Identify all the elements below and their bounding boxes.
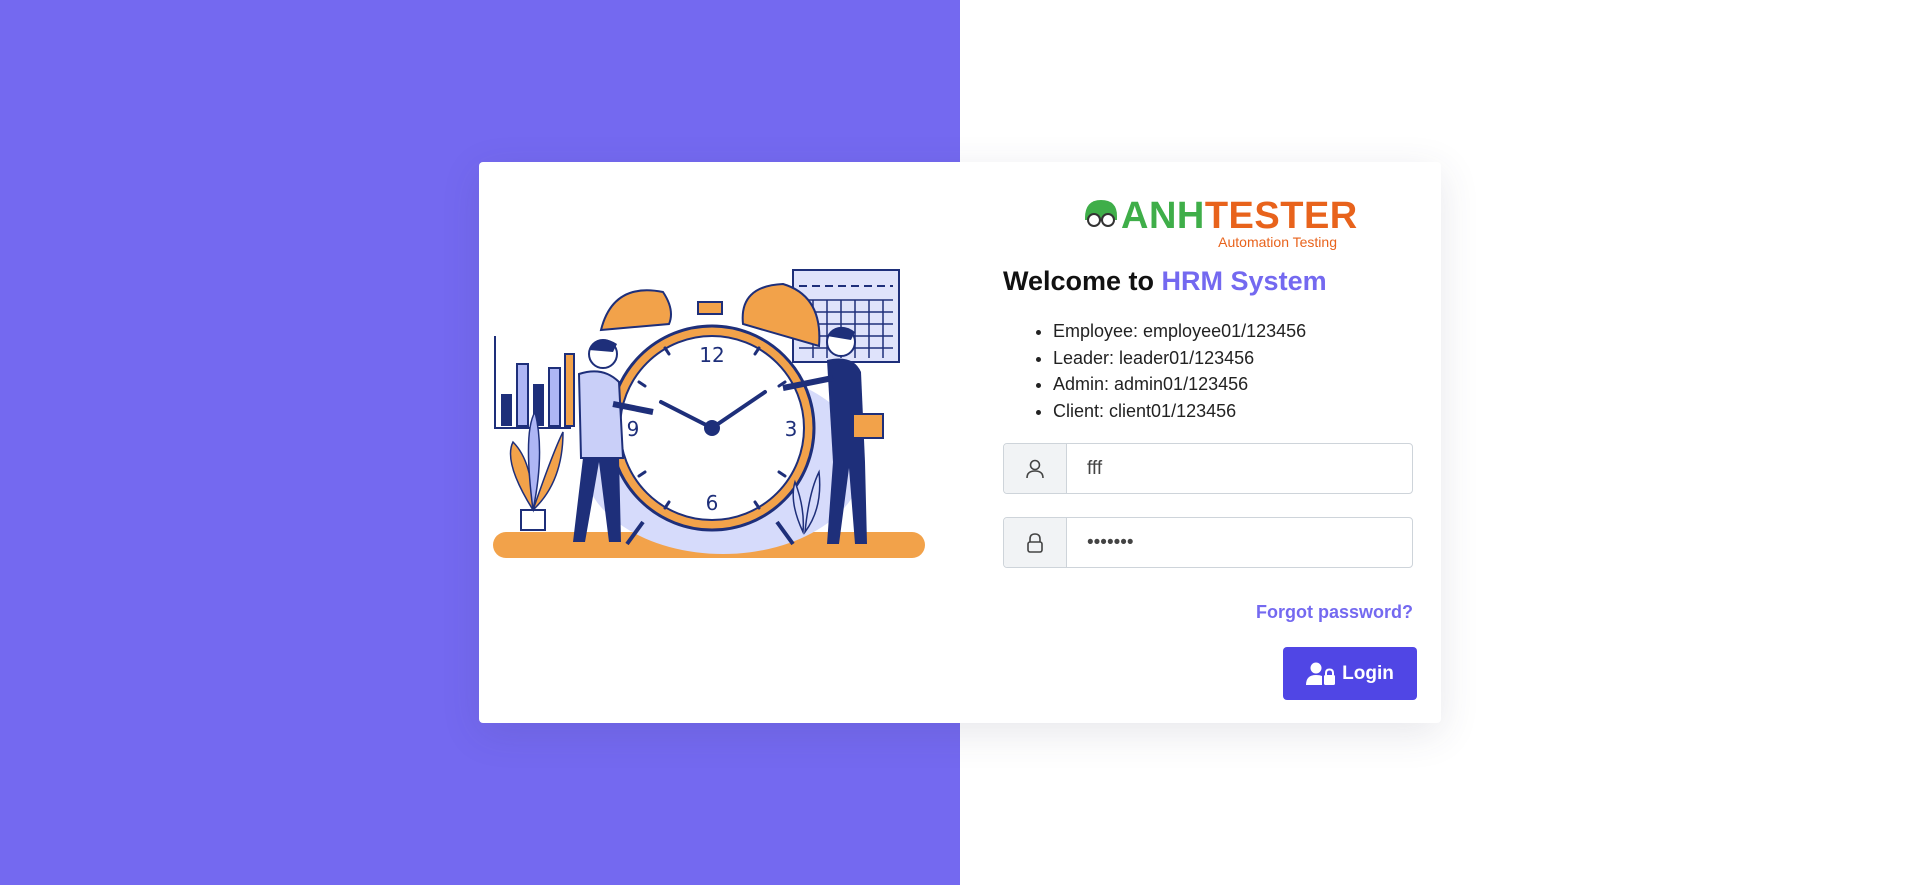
login-button[interactable]: Login (1283, 647, 1417, 700)
username-field (1003, 443, 1413, 494)
password-field (1003, 517, 1413, 568)
login-form-area: ANHTESTER Automation Testing Welcome to … (1003, 162, 1417, 723)
login-card: 12 3 6 9 ANHTESTER Automation Testing We… (479, 162, 1441, 723)
svg-text:3: 3 (785, 417, 798, 441)
username-input[interactable] (1067, 444, 1407, 493)
welcome-system-name: HRM System (1161, 266, 1327, 296)
user-icon (1026, 459, 1044, 478)
logo-tagline: Automation Testing (1218, 234, 1337, 250)
forgot-password-link[interactable]: Forgot password? (1256, 602, 1413, 623)
welcome-prefix: Welcome to (1003, 266, 1162, 296)
welcome-heading: Welcome to HRM System (1003, 266, 1327, 297)
anhtester-logo: ANHTESTER Automation Testing (1083, 192, 1357, 252)
svg-text:9: 9 (627, 417, 640, 441)
login-button-label: Login (1342, 662, 1394, 684)
credential-employee: Employee: employee01/123456 (1053, 318, 1306, 345)
logo-wordmark: ANHTESTER (1121, 194, 1358, 238)
credential-leader: Leader: leader01/123456 (1053, 345, 1306, 372)
demo-credentials-list: Employee: employee01/123456 Leader: lead… (1027, 318, 1306, 424)
logo-text-green: ANH (1121, 195, 1205, 237)
lock-icon (1027, 532, 1043, 553)
username-addon (1004, 444, 1067, 493)
svg-text:6: 6 (706, 491, 719, 515)
svg-text:12: 12 (699, 343, 724, 367)
glasses-head-icon (1085, 200, 1117, 227)
logo-text-orange: TESTER (1204, 195, 1358, 237)
password-input[interactable] (1067, 518, 1407, 567)
user-lock-icon (1306, 662, 1336, 685)
clock-illustration: 12 3 6 9 (493, 269, 925, 558)
credential-client: Client: client01/123456 (1053, 398, 1306, 425)
credential-admin: Admin: admin01/123456 (1053, 371, 1306, 398)
password-addon (1004, 518, 1067, 567)
